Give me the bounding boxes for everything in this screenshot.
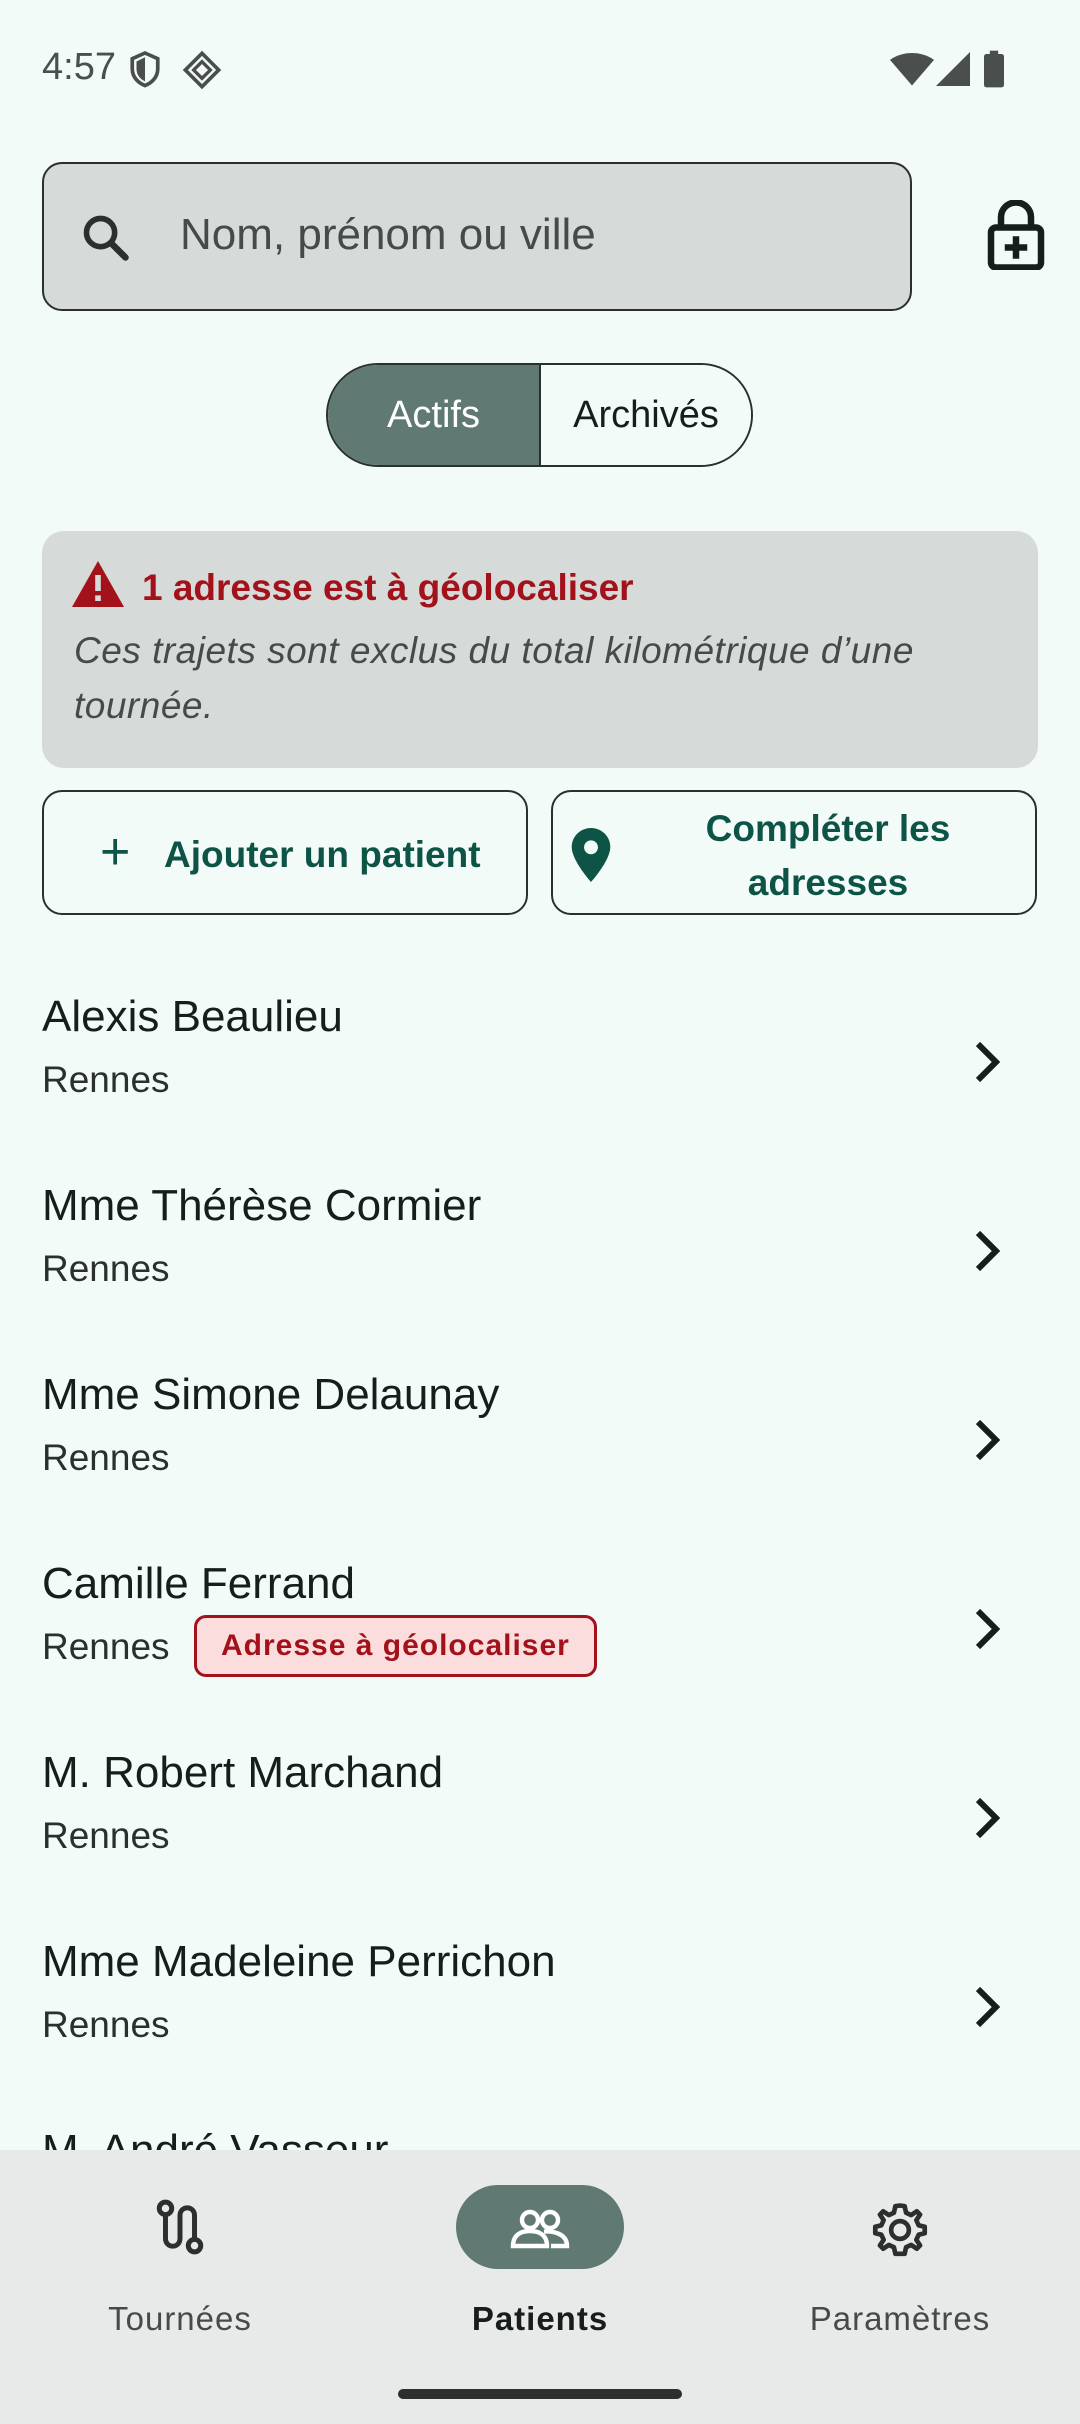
patient-name: Camille Ferrand — [42, 1559, 355, 1608]
status-filter-toggle: Actifs Archivés — [326, 363, 753, 467]
chevron-right-icon — [966, 1229, 1006, 1278]
warning-icon — [72, 561, 124, 612]
geolocation-alert: 1 adresse est à géolocaliser Ces trajets… — [42, 531, 1038, 768]
search-icon — [80, 212, 132, 269]
status-bar: 4:57 — [0, 0, 1080, 140]
nav-item-patients[interactable]: Patients — [360, 2150, 720, 2350]
chevron-right-icon — [966, 1796, 1006, 1845]
patient-row[interactable]: Mme Madeleine Perrichon Rennes — [0, 1909, 1080, 2098]
alert-body: Ces trajets sont exclus du total kilomét… — [74, 630, 914, 726]
nav-item-tournees[interactable]: Tournées — [0, 2150, 360, 2350]
location-pin-icon — [571, 828, 611, 891]
alert-title: 1 adresse est à géolocaliser — [142, 567, 634, 608]
chevron-right-icon — [966, 1418, 1006, 1467]
search-input[interactable]: Nom, prénom ou ville — [42, 162, 912, 311]
plus-icon: + — [100, 823, 131, 881]
gear-icon — [872, 2202, 928, 2263]
patient-name: Alexis Beaulieu — [42, 992, 343, 1041]
nav-item-parametres[interactable]: Paramètres — [720, 2150, 1080, 2350]
add-patient-label: Ajouter un patient — [164, 834, 481, 875]
wifi-icon — [890, 52, 934, 91]
battery-icon — [984, 50, 1004, 93]
patient-name: Mme Madeleine Perrichon — [42, 1937, 556, 1986]
tab-archives[interactable]: Archivés — [541, 365, 751, 465]
patient-city: Rennes — [42, 1059, 170, 1100]
patient-row[interactable]: Mme Thérèse Cormier Rennes — [0, 1153, 1080, 1342]
geolocate-badge: Adresse à géolocaliser — [194, 1615, 597, 1677]
bottom-navigation: Tournées Patients Paramètres — [0, 2150, 1080, 2424]
complete-addresses-button[interactable]: Compléter les adresses — [551, 790, 1037, 915]
home-indicator[interactable] — [398, 2389, 682, 2399]
patient-row[interactable]: Mme Simone Delaunay Rennes — [0, 1342, 1080, 1531]
patient-city: Rennes — [42, 1248, 170, 1289]
shield-icon — [128, 50, 162, 95]
patient-row[interactable]: M. Robert Marchand Rennes — [0, 1720, 1080, 1909]
patient-name: M. Robert Marchand — [42, 1748, 444, 1797]
status-time: 4:57 — [42, 46, 116, 88]
nav-label: Tournées — [108, 2300, 252, 2337]
diamond-icon — [182, 50, 222, 95]
patient-city: Rennes — [42, 1626, 170, 1667]
patient-city: Rennes — [42, 2004, 170, 2045]
patient-name: Mme Simone Delaunay — [42, 1370, 500, 1419]
tab-actifs[interactable]: Actifs — [328, 365, 541, 465]
lock-plus-icon — [986, 199, 1046, 274]
people-icon — [510, 2208, 570, 2255]
patient-row[interactable]: Alexis Beaulieu Rennes — [0, 964, 1080, 1153]
patient-name: Mme Thérèse Cormier — [42, 1181, 482, 1230]
patient-city: Rennes — [42, 1437, 170, 1478]
add-patient-button[interactable]: + Ajouter un patient — [42, 790, 528, 915]
chevron-right-icon — [966, 1607, 1006, 1656]
complete-addresses-label: Compléter les adresses — [705, 808, 951, 903]
lock-plus-button[interactable] — [986, 199, 1046, 271]
nav-label: Patients — [471, 2300, 609, 2337]
chevron-right-icon — [966, 1985, 1006, 2034]
nav-label: Paramètres — [809, 2300, 991, 2337]
chevron-right-icon — [966, 1040, 1006, 1089]
patient-city: Rennes — [42, 1815, 170, 1856]
search-placeholder: Nom, prénom ou ville — [180, 210, 596, 259]
signal-icon — [936, 52, 970, 91]
patient-row[interactable]: Camille Ferrand Rennes Adresse à géoloca… — [0, 1531, 1080, 1720]
route-icon — [155, 2199, 205, 2260]
